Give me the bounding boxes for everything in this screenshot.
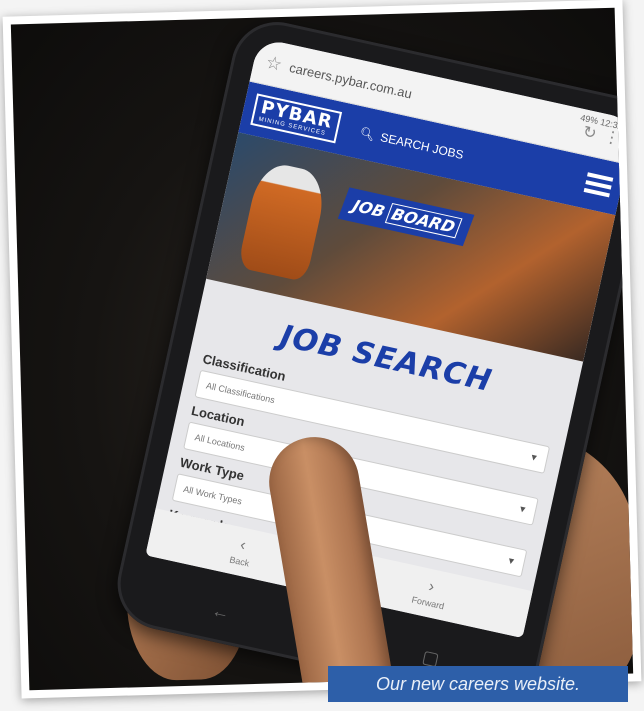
- forward-arrow-icon: ›: [427, 577, 436, 596]
- location-value: All Locations: [193, 432, 246, 453]
- forward-button[interactable]: › Forward: [411, 575, 450, 611]
- photo: ☆ careers.pybar.com.au ↻ ⋮ 49% 12:32 PYB…: [10, 7, 634, 691]
- star-icon[interactable]: ☆: [264, 51, 284, 75]
- phone-screen: ☆ careers.pybar.com.au ↻ ⋮ 49% 12:32 PYB…: [145, 37, 634, 639]
- forward-label: Forward: [410, 594, 446, 612]
- job-board-badge: JOBBOARD: [337, 187, 474, 247]
- back-button[interactable]: ‹ Back: [229, 535, 255, 569]
- photo-frame: ☆ careers.pybar.com.au ↻ ⋮ 49% 12:32 PYB…: [2, 0, 642, 699]
- chevron-down-icon: ▼: [517, 503, 529, 515]
- caption: Our new careers website.: [328, 666, 628, 702]
- search-jobs-label: SEARCH JOBS: [379, 130, 465, 162]
- chevron-down-icon: ▼: [505, 555, 517, 567]
- system-back-icon[interactable]: ←: [210, 600, 232, 624]
- job-board-left: JOB: [350, 196, 388, 222]
- pybar-logo[interactable]: PYBAR MINING SERVICES: [250, 93, 342, 144]
- hamburger-menu-icon[interactable]: [583, 172, 614, 198]
- job-board-right: BOARD: [384, 202, 463, 239]
- chevron-down-icon: ▼: [528, 451, 540, 464]
- search-icon: 🔍︎: [358, 125, 377, 143]
- work-type-value: All Work Types: [182, 483, 243, 507]
- miner-figure: [237, 159, 330, 283]
- classification-value: All Classifications: [205, 380, 276, 406]
- back-arrow-icon: ‹: [238, 536, 248, 555]
- back-label: Back: [228, 554, 251, 569]
